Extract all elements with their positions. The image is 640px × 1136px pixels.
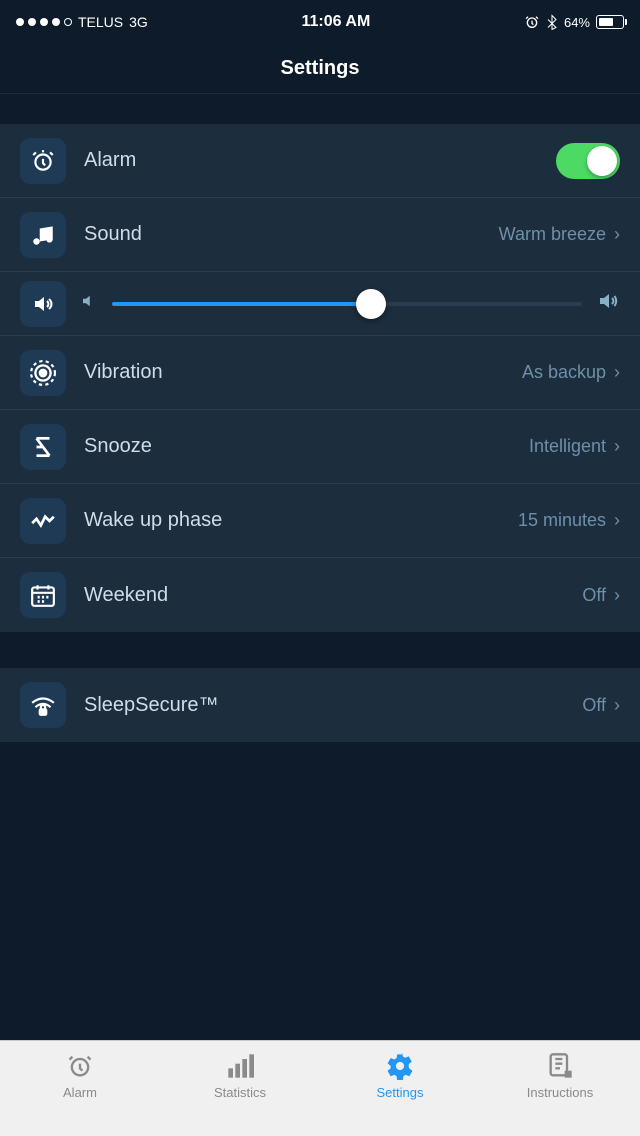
- sleepsecure-value: Off: [582, 695, 606, 716]
- tab-statistics-label: Statistics: [214, 1085, 266, 1100]
- snooze-icon-box: [20, 424, 66, 470]
- signal-dot-2: [28, 18, 36, 26]
- wakeup-icon: [30, 508, 56, 534]
- sleepsecure-chevron: ›: [614, 695, 620, 716]
- wakeup-value: 15 minutes: [518, 510, 606, 531]
- sound-chevron: ›: [614, 224, 620, 245]
- vibration-icon: [30, 360, 56, 386]
- alarm-label: Alarm: [84, 149, 556, 172]
- slider-track: [112, 302, 582, 306]
- wakeup-label: Wake up phase: [84, 509, 518, 532]
- tab-settings-label: Settings: [377, 1085, 424, 1100]
- slider-fill: [112, 302, 371, 306]
- snooze-value: Intelligent: [529, 436, 606, 457]
- tab-statistics[interactable]: Statistics: [160, 1051, 320, 1100]
- alarm-toggle[interactable]: [556, 143, 620, 179]
- vibration-icon-box: [20, 350, 66, 396]
- alarm-icon: [30, 148, 56, 174]
- signal-dots: [16, 18, 72, 26]
- weekend-icon: [30, 582, 56, 608]
- snooze-icon: [30, 434, 56, 460]
- statistics-tab-icon: [225, 1051, 255, 1081]
- carrier-label: TELUS: [78, 14, 123, 30]
- signal-dot-3: [40, 18, 48, 26]
- vibration-chevron: ›: [614, 362, 620, 383]
- volume-slider[interactable]: [112, 299, 582, 309]
- instructions-tab-icon: [545, 1051, 575, 1081]
- weekend-label: Weekend: [84, 584, 582, 607]
- sound-row[interactable]: Sound Warm breeze ›: [0, 198, 640, 272]
- toggle-thumb: [587, 146, 617, 176]
- navigation-bar: Settings: [0, 44, 640, 94]
- tab-bar: Alarm Statistics Settings: [0, 1040, 640, 1136]
- volume-high-icon: [596, 289, 620, 319]
- tab-instructions[interactable]: Instructions: [480, 1051, 640, 1100]
- bluetooth-icon: [546, 14, 558, 30]
- section-gap-middle: [0, 632, 640, 668]
- vibration-label: Vibration: [84, 361, 522, 384]
- sound-value: Warm breeze: [499, 224, 606, 245]
- page-title: Settings: [281, 57, 360, 80]
- sleepsecure-label: SleepSecure™: [84, 694, 582, 717]
- wakeup-chevron: ›: [614, 510, 620, 531]
- battery-indicator: [596, 15, 624, 29]
- tab-alarm[interactable]: Alarm: [0, 1051, 160, 1100]
- vibration-value: As backup: [522, 362, 606, 383]
- sleepsecure-section: SleepSecure™ Off ›: [0, 668, 640, 742]
- sleepsecure-row[interactable]: SleepSecure™ Off ›: [0, 668, 640, 742]
- wakeup-row[interactable]: Wake up phase 15 minutes ›: [0, 484, 640, 558]
- snooze-label: Snooze: [84, 435, 529, 458]
- tab-instructions-label: Instructions: [527, 1085, 593, 1100]
- snooze-row[interactable]: Snooze Intelligent ›: [0, 410, 640, 484]
- status-time: 11:06 AM: [302, 13, 371, 31]
- alarm-icon-box: [20, 138, 66, 184]
- battery-percent: 64%: [564, 15, 590, 30]
- status-left: TELUS 3G: [16, 14, 148, 30]
- sleepsecure-icon-box: [20, 682, 66, 728]
- settings-list: Alarm Sound Warm breeze ›: [0, 124, 640, 632]
- tab-settings[interactable]: Settings: [320, 1051, 480, 1100]
- sound-label: Sound: [84, 223, 499, 246]
- vibration-row[interactable]: Vibration As backup ›: [0, 336, 640, 410]
- sound-icon-box: [20, 212, 66, 258]
- volume-icon-box: [20, 281, 66, 327]
- status-right: 64%: [524, 14, 624, 30]
- tab-alarm-label: Alarm: [63, 1085, 97, 1100]
- alarm-status-icon: [524, 14, 540, 30]
- alarm-tab-icon: [65, 1051, 95, 1081]
- slider-thumb[interactable]: [356, 289, 386, 319]
- signal-dot-4: [52, 18, 60, 26]
- weekend-icon-box: [20, 572, 66, 618]
- alarm-row[interactable]: Alarm: [0, 124, 640, 198]
- volume-low-icon: [80, 292, 98, 315]
- status-bar: TELUS 3G 11:06 AM 64%: [0, 0, 640, 44]
- volume-icon: [31, 292, 55, 316]
- settings-tab-icon: [385, 1051, 415, 1081]
- network-type: 3G: [129, 14, 148, 30]
- weekend-value: Off: [582, 585, 606, 606]
- music-icon: [30, 222, 56, 248]
- volume-row[interactable]: [0, 272, 640, 336]
- snooze-chevron: ›: [614, 436, 620, 457]
- sleepsecure-icon: [30, 692, 56, 718]
- weekend-row[interactable]: Weekend Off ›: [0, 558, 640, 632]
- weekend-chevron: ›: [614, 585, 620, 606]
- section-gap-top: [0, 94, 640, 124]
- wakeup-icon-box: [20, 498, 66, 544]
- signal-dot-5: [64, 18, 72, 26]
- signal-dot-1: [16, 18, 24, 26]
